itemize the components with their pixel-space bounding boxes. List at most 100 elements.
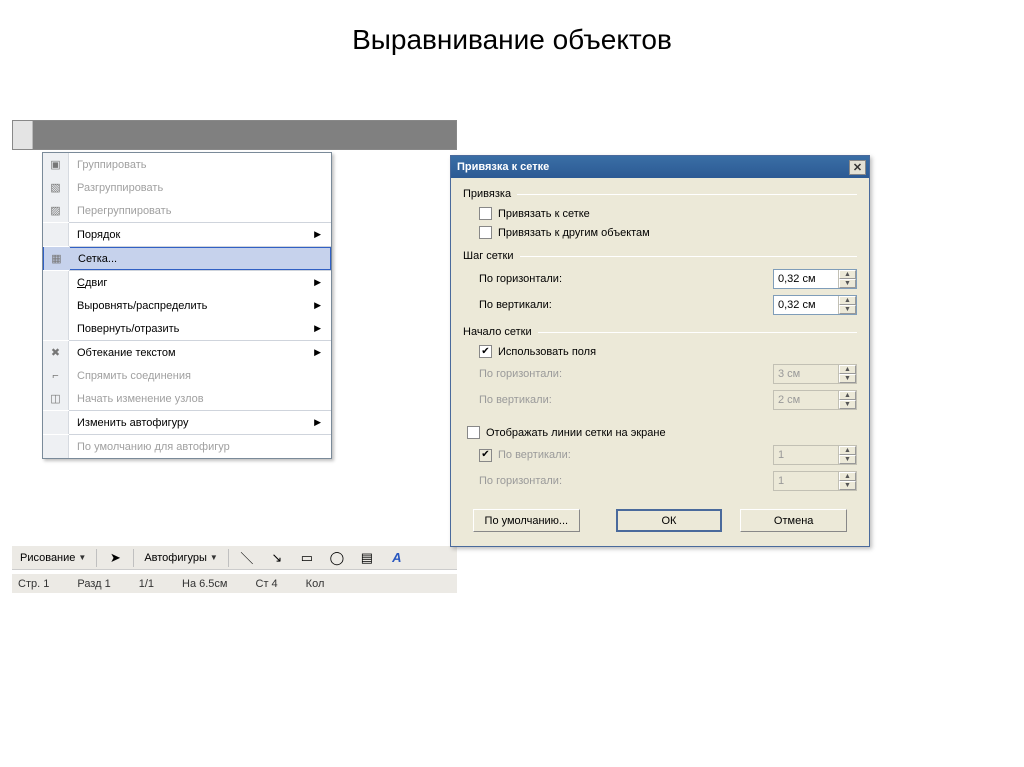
spin-up-icon[interactable]: ▲ <box>839 270 856 279</box>
menu-item-regroup: ▨ Перегруппировать <box>43 199 331 222</box>
menu-item-default-autoshapes: По умолчанию для автофигур <box>43 435 331 458</box>
drawing-toolbar: Рисование▼ ➤ Автофигуры▼ ＼ ↘ ▭ ◯ ▤ A <box>12 545 457 570</box>
context-menu: ▣ Группировать ▧ Разгруппировать ▨ Перег… <box>42 152 332 459</box>
menu-item-ungroup: ▧ Разгруппировать <box>43 176 331 199</box>
close-button[interactable]: ✕ <box>849 160 866 175</box>
dialog-titlebar: Привязка к сетке ✕ <box>451 156 869 178</box>
chevron-right-icon: ▶ <box>314 347 321 358</box>
display-vert-label: По вертикали: <box>498 449 648 461</box>
status-col2: Кол <box>306 578 325 590</box>
display-horiz-label: По горизонтали: <box>479 475 649 487</box>
step-horiz-field[interactable] <box>774 270 838 288</box>
status-section: Разд 1 <box>77 578 110 590</box>
chevron-right-icon: ▶ <box>314 277 321 288</box>
wrap-icon: ✖ <box>43 341 69 364</box>
spin-up-icon: ▲ <box>839 472 856 481</box>
snap-to-grid-checkbox[interactable] <box>479 207 492 220</box>
spin-down-icon: ▼ <box>839 374 856 383</box>
blank-icon <box>43 435 69 458</box>
status-at: На 6.5см <box>182 578 227 590</box>
cancel-button[interactable]: Отмена <box>740 509 847 532</box>
chevron-down-icon: ▼ <box>210 553 218 562</box>
menu-item-align[interactable]: Выровнять/распределить ▶ <box>43 294 331 317</box>
app-frame: ▣ Группировать ▧ Разгруппировать ▨ Перег… <box>12 120 457 150</box>
wordart-tool[interactable]: A <box>383 548 411 568</box>
origin-horiz-field <box>774 365 838 383</box>
menu-item-wrap[interactable]: ✖ Обтекание текстом ▶ <box>43 341 331 364</box>
spin-down-icon: ▼ <box>839 455 856 464</box>
draw-menu-button[interactable]: Рисование▼ <box>14 548 92 568</box>
line-icon: ＼ <box>239 550 255 566</box>
spin-down-icon[interactable]: ▼ <box>839 279 856 288</box>
show-gridlines-label: Отображать линии сетки на экране <box>486 427 666 439</box>
oval-icon: ◯ <box>329 550 345 566</box>
use-margins-checkbox[interactable]: ✔ <box>479 345 492 358</box>
rect-tool[interactable]: ▭ <box>293 548 321 568</box>
blank-icon <box>43 294 69 317</box>
display-horiz-field <box>774 472 838 490</box>
display-vert-field <box>774 446 838 464</box>
line-tool[interactable]: ＼ <box>233 548 261 568</box>
status-pages: 1/1 <box>139 578 154 590</box>
status-bar: Стр. 1 Разд 1 1/1 На 6.5см Ст 4 Кол <box>12 573 457 593</box>
menu-item-nudge[interactable]: Сдвиг ▶ <box>43 271 331 294</box>
page-title: Выравнивание объектов <box>0 0 1024 96</box>
spin-up-icon: ▲ <box>839 391 856 400</box>
display-vert-input: ▲▼ <box>773 445 857 465</box>
regroup-icon: ▨ <box>43 199 69 222</box>
snap-to-objects-label: Привязать к другим объектам <box>498 227 650 239</box>
textbox-tool[interactable]: ▤ <box>353 548 381 568</box>
menu-item-rotate[interactable]: Повернуть/отразить ▶ <box>43 317 331 340</box>
step-vert-input[interactable]: ▲▼ <box>773 295 857 315</box>
wordart-icon: A <box>389 550 405 566</box>
edit-nodes-icon: ◫ <box>43 387 69 410</box>
origin-vert-field <box>774 391 838 409</box>
dialog-title: Привязка к сетке <box>457 161 549 173</box>
menu-item-change-shape[interactable]: Изменить автофигуру ▶ <box>43 411 331 434</box>
group-icon: ▣ <box>43 153 69 176</box>
rectangle-icon: ▭ <box>299 550 315 566</box>
status-page: Стр. 1 <box>18 578 49 590</box>
spin-up-icon: ▲ <box>839 365 856 374</box>
menu-item-straighten: ⌐ Спрямить соединения <box>43 364 331 387</box>
origin-vert-input: ▲▼ <box>773 390 857 410</box>
menu-item-grid[interactable]: ▦ Сетка... <box>43 247 331 270</box>
display-horiz-input: ▲▼ <box>773 471 857 491</box>
origin-horiz-input: ▲▼ <box>773 364 857 384</box>
spin-down-icon: ▼ <box>839 481 856 490</box>
blank-icon <box>43 411 69 434</box>
oval-tool[interactable]: ◯ <box>323 548 351 568</box>
group-step-label: Шаг сетки <box>463 250 514 262</box>
arrow-tool[interactable]: ↘ <box>263 548 291 568</box>
use-margins-label: Использовать поля <box>498 346 596 358</box>
chevron-right-icon: ▶ <box>314 323 321 334</box>
step-vert-field[interactable] <box>774 296 838 314</box>
menu-item-edit-nodes: ◫ Начать изменение узлов <box>43 387 331 410</box>
step-vert-label: По вертикали: <box>479 299 649 311</box>
snap-to-objects-checkbox[interactable] <box>479 226 492 239</box>
display-vert-checkbox: ✔ <box>479 449 492 462</box>
origin-vert-label: По вертикали: <box>479 394 649 406</box>
group-origin-label: Начало сетки <box>463 326 532 338</box>
autoshapes-menu-button[interactable]: Автофигуры▼ <box>138 548 224 568</box>
menu-item-order[interactable]: Порядок ▶ <box>43 223 331 246</box>
connector-icon: ⌐ <box>43 364 69 387</box>
spin-up-icon[interactable]: ▲ <box>839 296 856 305</box>
show-gridlines-checkbox[interactable] <box>467 426 480 439</box>
spin-up-icon: ▲ <box>839 446 856 455</box>
blank-icon <box>43 317 69 340</box>
textbox-icon: ▤ <box>359 550 375 566</box>
ok-button[interactable]: ОК <box>616 509 723 532</box>
default-button[interactable]: По умолчанию... <box>473 509 580 532</box>
arrow-icon: ↘ <box>269 550 285 566</box>
step-horiz-input[interactable]: ▲▼ <box>773 269 857 289</box>
spin-down-icon[interactable]: ▼ <box>839 305 856 314</box>
blank-icon <box>43 223 69 246</box>
group-snap-label: Привязка <box>463 188 511 200</box>
status-col: Ст 4 <box>256 578 278 590</box>
chevron-right-icon: ▶ <box>314 229 321 240</box>
grid-dialog: Привязка к сетке ✕ Привязка Привязать к … <box>450 155 870 547</box>
origin-horiz-label: По горизонтали: <box>479 368 649 380</box>
select-tool[interactable]: ➤ <box>101 548 129 568</box>
chevron-right-icon: ▶ <box>314 417 321 428</box>
